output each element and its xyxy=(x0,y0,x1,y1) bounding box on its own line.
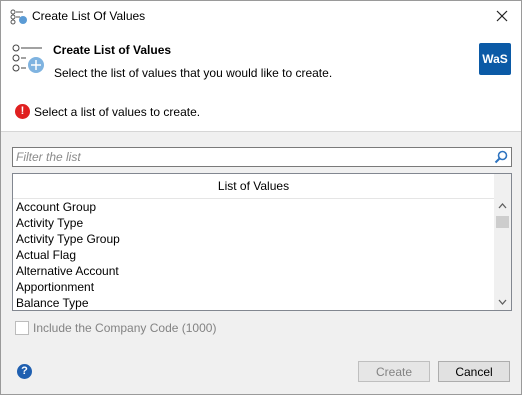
search-icon[interactable] xyxy=(494,150,508,164)
filter-input[interactable] xyxy=(16,149,486,165)
filter-box xyxy=(12,147,512,167)
close-icon xyxy=(496,10,508,22)
scroll-thumb[interactable] xyxy=(496,216,509,228)
header-title: Create List of Values xyxy=(53,43,172,57)
title-bar: Create List Of Values xyxy=(1,1,521,32)
scroll-up-icon[interactable] xyxy=(494,198,511,214)
list-of-values-table: List of Values Account Group Activity Ty… xyxy=(12,173,512,311)
list-item[interactable]: Actual Flag xyxy=(13,247,494,263)
list-item[interactable]: Activity Type Group xyxy=(13,231,494,247)
list-item[interactable]: Activity Type xyxy=(13,215,494,231)
header-description: Select the list of values that you would… xyxy=(54,66,333,80)
vertical-scrollbar[interactable] xyxy=(494,174,511,310)
error-text: Select a list of values to create. xyxy=(34,105,201,119)
dialog-window: Create List Of Values Create List of Val… xyxy=(0,0,522,395)
window-title: Create List Of Values xyxy=(32,9,146,23)
include-company-code-checkbox[interactable] xyxy=(15,321,29,335)
list-item[interactable]: Alternative Account xyxy=(13,263,494,279)
create-button[interactable]: Create xyxy=(358,361,430,382)
list-item[interactable]: Account Group xyxy=(13,199,494,215)
column-header: List of Values xyxy=(13,174,494,199)
was-logo: WaS xyxy=(479,43,511,75)
error-icon: ! xyxy=(15,104,30,119)
list-item[interactable]: Apportionment xyxy=(13,279,494,295)
wizard-header: Create List of Values Select the list of… xyxy=(1,32,521,132)
wizard-list-icon xyxy=(12,44,44,73)
help-icon[interactable]: ? xyxy=(17,364,32,379)
cancel-button[interactable]: Cancel xyxy=(438,361,510,382)
scroll-down-icon[interactable] xyxy=(494,294,511,310)
list-rows: Account Group Activity Type Activity Typ… xyxy=(13,199,494,310)
include-company-code-label: Include the Company Code (1000) xyxy=(33,321,217,335)
list-of-values-icon xyxy=(10,9,27,25)
list-item[interactable]: Balance Type xyxy=(13,295,494,310)
close-button[interactable] xyxy=(491,5,513,27)
